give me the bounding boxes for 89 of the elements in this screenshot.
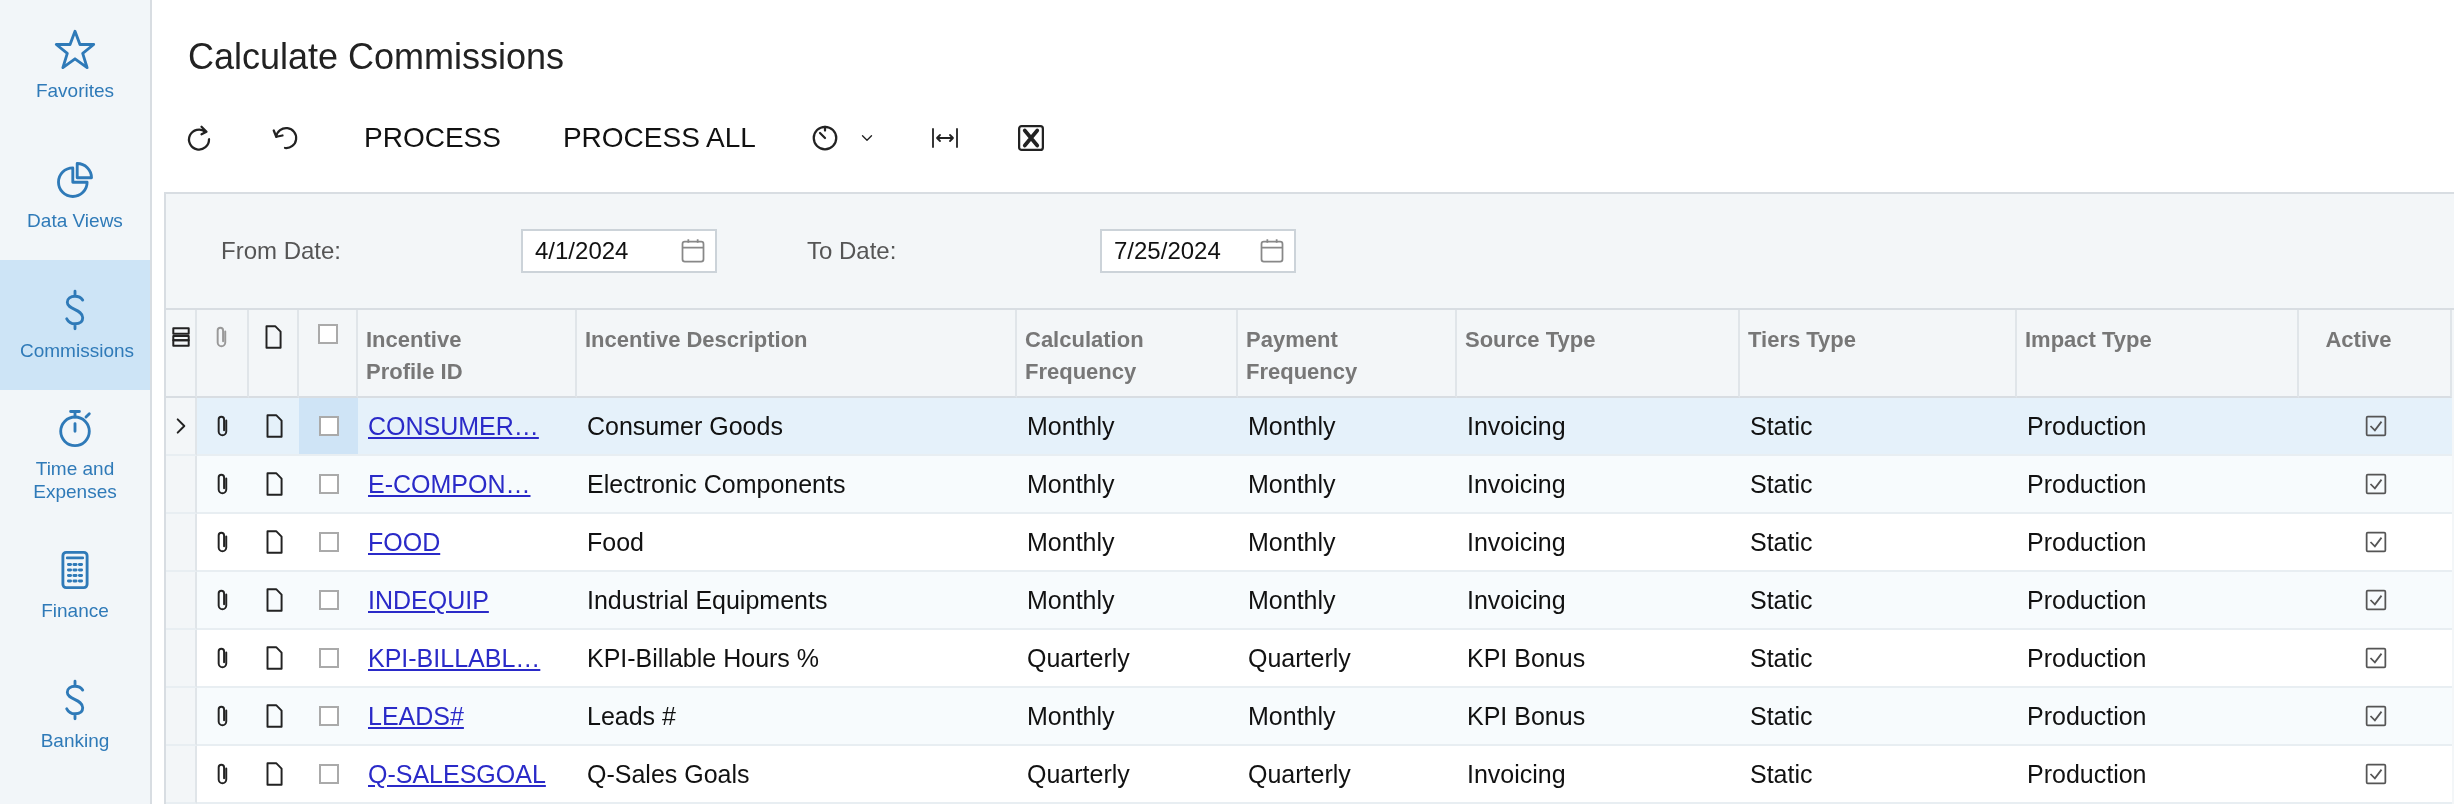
star-icon [53,27,97,72]
calendar-icon[interactable] [1258,237,1286,265]
table-cell: Production [2027,411,2147,441]
sidebar-item[interactable]: Data Views [0,130,150,260]
checkbox[interactable] [317,324,338,344]
table-cell: Production [2027,759,2147,789]
table-cell: Invoicing [1467,411,1566,441]
column-header[interactable]: Incentive Description [577,310,1017,398]
checkbox[interactable] [318,416,339,436]
column-header[interactable]: Source Type [1457,310,1740,398]
column-header[interactable]: Tiers Type [1740,310,2017,398]
column-header[interactable]: Incentive Profile ID [358,310,577,398]
table-cell: Electronic Components [587,469,846,499]
table-cell: Monthly [1027,701,1115,731]
profile-id-link[interactable]: E-COMPON… [368,469,531,499]
table-cell: Production [2027,469,2147,499]
table-cell: Static [1750,469,1813,499]
column-header[interactable]: Active [2299,310,2452,398]
table-cell: Quarterly [1248,759,1351,789]
table-cell: Static [1750,759,1813,789]
profile-id-link[interactable]: LEADS# [368,701,464,731]
table-row[interactable]: CONSUMER… Consumer Goods Monthly Monthly Invoicing Static Production [166,398,2452,456]
table-cell: Quarterly [1248,643,1351,673]
checkbox[interactable] [318,764,339,784]
sidebar-item[interactable]: Banking [0,650,150,780]
date-field[interactable]: 7/25/2024 [1100,229,1296,273]
table-row[interactable]: KPI-BILLABL… KPI-Billable Hours % Quarterly Quarterly KPI Bonus Static Production [166,630,2452,688]
page-title: Calculate Commissions [188,36,566,79]
table-cell: KPI Bonus [1467,701,1586,731]
sidebar-item[interactable]: Favorites [0,0,150,130]
field-label: To Date: [807,237,898,265]
table-cell: Monthly [1027,411,1115,441]
table-cell: Invoicing [1467,585,1566,615]
table-cell: Production [2027,701,2147,731]
checkbox[interactable] [318,706,339,726]
calendar-icon[interactable] [679,237,707,265]
table-cell: Monthly [1027,585,1115,615]
sidebar-item[interactable]: Time and Expenses [0,390,150,520]
profile-id-link[interactable]: Q-SALESGOAL [368,759,546,789]
profile-id-link[interactable]: FOOD [368,527,441,557]
checkbox[interactable] [318,474,339,494]
table-cell: Monthly [1248,585,1336,615]
profile-id-link[interactable]: KPI-BILLABL… [368,643,541,673]
sidebar-item[interactable]: Finance [0,520,150,650]
table-row[interactable]: FOOD Food Monthly Monthly Invoicing Static Production [166,514,2452,572]
table-cell: KPI Bonus [1467,643,1586,673]
profile-id-link[interactable]: INDEQUIP [368,585,489,615]
table-cell: Q-Sales Goals [587,759,750,789]
table-cell: Production [2027,527,2147,557]
table-cell: Food [587,527,644,557]
table-cell: Static [1750,585,1813,615]
table-cell: Production [2027,643,2147,673]
table-cell: Static [1750,701,1813,731]
table-row[interactable]: INDEQUIP Industrial Equipments Monthly Monthly Invoicing Static Production [166,572,2452,630]
checkbox[interactable] [318,648,339,668]
column-settings-icon[interactable] [169,324,192,350]
table-cell: Leads # [587,701,676,731]
date-field[interactable]: 4/1/2024 [521,229,717,273]
table-cell: Monthly [1027,527,1115,557]
table-cell: Quarterly [1027,759,1130,789]
table-row[interactable]: LEADS# Leads # Monthly Monthly KPI Bonus Static Production [166,688,2452,746]
checkbox[interactable] [318,590,339,610]
table-cell: KPI-Billable Hours % [587,643,820,673]
process-button[interactable]: PROCESS ALL [546,116,772,160]
column-header[interactable]: Calculation Frequency [1017,310,1238,398]
table-cell: Quarterly [1027,643,1130,673]
table-cell: Production [2027,585,2147,615]
table-cell: Industrial Equipments [587,585,828,615]
field-label: From Date: [221,237,343,265]
table-cell: Consumer Goods [587,411,783,441]
column-header[interactable]: Impact Type [2017,310,2299,398]
column-header[interactable]: Payment Frequency [1238,310,1457,398]
table-cell: Invoicing [1467,527,1566,557]
checkbox[interactable] [318,532,339,552]
table-row[interactable]: Q-SALESGOAL Q-Sales Goals Quarterly Quarterly Invoicing Static Production [166,746,2452,804]
table-cell: Invoicing [1467,469,1566,499]
table-cell: Monthly [1027,469,1115,499]
table-cell: Static [1750,527,1813,557]
table-cell: Monthly [1248,469,1336,499]
table-cell: Monthly [1248,701,1336,731]
profile-id-link[interactable]: CONSUMER… [368,411,539,441]
table-cell: Static [1750,643,1813,673]
table-cell: Monthly [1248,411,1336,441]
table-cell: Monthly [1248,527,1336,557]
table-cell: Static [1750,411,1813,441]
table-cell: Invoicing [1467,759,1566,789]
sidebar-item[interactable]: Commissions [0,260,150,390]
process-button[interactable]: PROCESS [348,116,517,160]
table-row[interactable]: E-COMPON… Electronic Components Monthly Monthly Invoicing Static Production [166,456,2452,514]
